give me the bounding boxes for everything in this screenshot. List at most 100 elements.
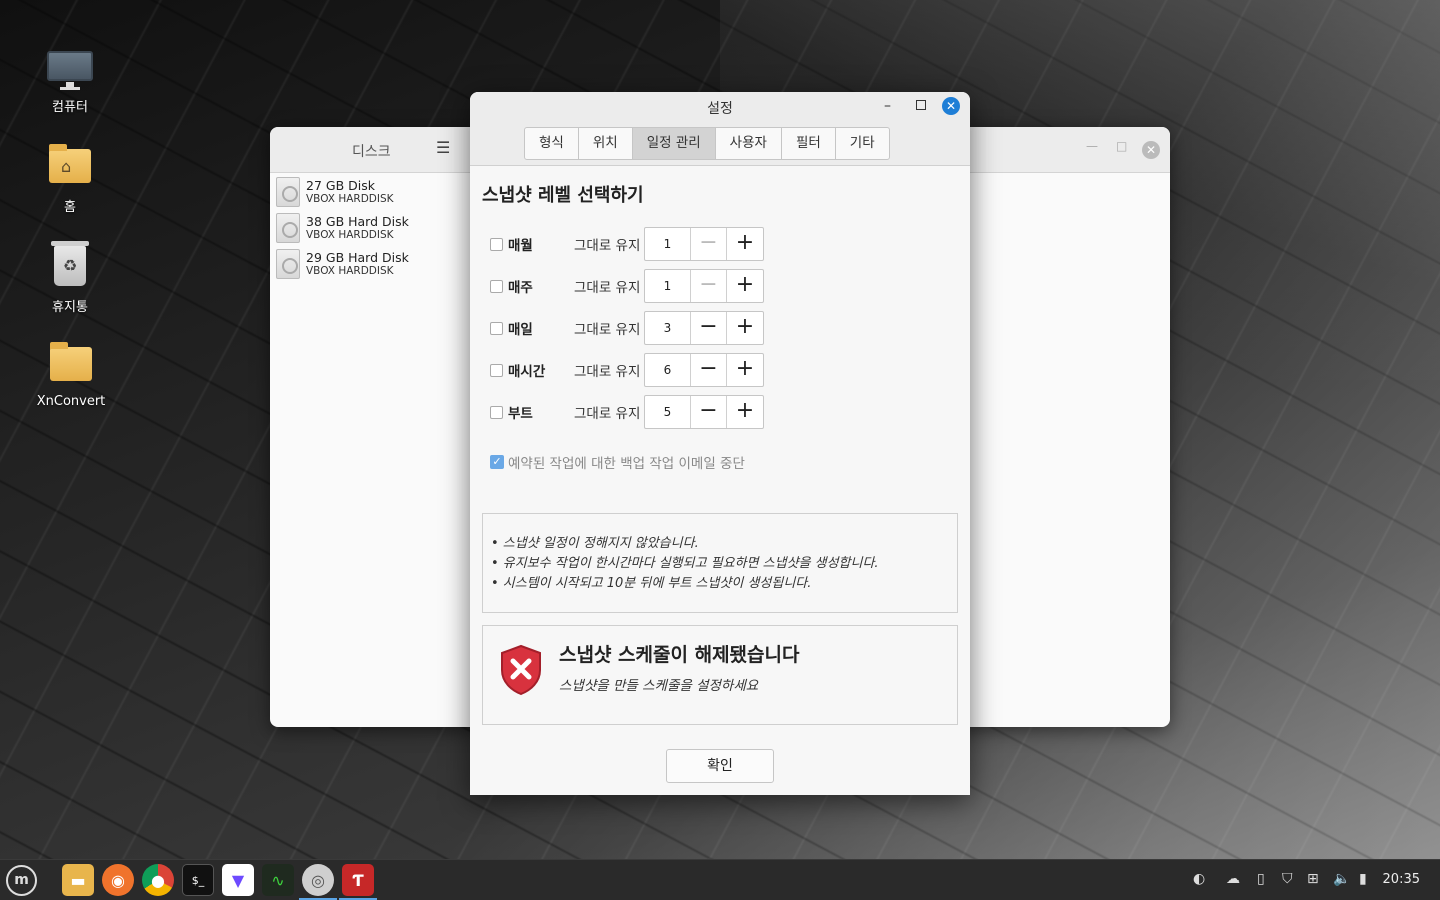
desktop-icon-home[interactable]: ⌂ 홈 [20, 140, 120, 215]
desktop-icon-xnconvert[interactable]: XnConvert [21, 338, 121, 409]
minimize-icon[interactable]: – [884, 98, 891, 114]
hourly-count-stepper: 6 − + [644, 353, 764, 387]
disk-model: VBOX HARDDISK [306, 192, 394, 205]
disks-sidebar-title: 디스크 [352, 144, 391, 160]
plus-icon[interactable]: + [727, 270, 763, 302]
color-picker-tray-icon[interactable]: ◐ [1193, 871, 1205, 887]
keep-label: 그대로 유지 [574, 322, 641, 338]
level-label: 매일 [508, 322, 533, 338]
daily-checkbox[interactable] [490, 321, 503, 335]
weekly-checkbox[interactable] [490, 279, 503, 293]
boot-count-stepper: 5 − + [644, 395, 764, 429]
alert-title: 스냅샷 스케줄이 해제됐습니다 [559, 644, 800, 666]
harddisk-icon [276, 249, 300, 279]
shield-tray-icon[interactable]: ⛉ [1282, 871, 1293, 887]
disks-app-icon[interactable]: ◎ [299, 864, 337, 900]
level-row-weekly: 매주 그대로 유지 1 − + [490, 269, 764, 303]
cloud-tray-icon[interactable]: ☁ [1226, 871, 1240, 887]
minus-icon[interactable]: − [691, 396, 727, 428]
volume-tray-icon[interactable]: 🔈 [1333, 871, 1350, 887]
plus-icon[interactable]: + [727, 396, 763, 428]
email-option: ✓ 예약된 작업에 대한 백업 작업 이메일 중단 [490, 452, 745, 472]
level-row-hourly: 매시간 그대로 유지 6 − + [490, 353, 764, 387]
tab-format[interactable]: 형식 [525, 128, 579, 159]
desktop-icon-label: 컴퓨터 [52, 100, 88, 115]
minus-icon[interactable]: − [691, 354, 727, 386]
tab-misc[interactable]: 기타 [836, 128, 889, 159]
monthly-count-stepper: 1 − + [644, 227, 764, 261]
plus-icon[interactable]: + [727, 228, 763, 260]
tab-users[interactable]: 사용자 [716, 128, 782, 159]
disk-list-item[interactable]: 38 GB Hard Disk VBOX HARDDISK [270, 210, 470, 246]
ok-button[interactable]: 확인 [666, 749, 774, 783]
disk-list-item[interactable]: 27 GB Disk VBOX HARDDISK [270, 174, 470, 210]
chrome-app-icon[interactable]: ● [142, 864, 174, 896]
taskbar: m ▬ ◉ ● $_ ▼ ∿ ◎ Ƭ ◐ ☁ ▯ ⛉ ⊞ 🔈 ▮ 20:35 [0, 859, 1440, 900]
hourly-checkbox[interactable] [490, 363, 503, 377]
level-row-boot: 부트 그대로 유지 5 − + [490, 395, 764, 429]
minus-icon[interactable]: − [691, 228, 727, 260]
dialog-title: 설정 [707, 101, 733, 117]
stepper-value[interactable]: 3 [645, 312, 691, 344]
firefox-app-icon[interactable]: ◉ [102, 864, 134, 896]
stepper-value[interactable]: 1 [645, 228, 691, 260]
schedule-alert: 스냅샷 스케줄이 해제됐습니다 스냅샷을 만들 스케줄을 설정하세요 [482, 625, 958, 725]
close-icon[interactable]: ✕ [1142, 141, 1160, 159]
computer-icon [47, 51, 93, 90]
boot-checkbox[interactable] [490, 405, 503, 419]
stepper-value[interactable]: 5 [645, 396, 691, 428]
minimize-icon[interactable]: — [1086, 139, 1098, 153]
disk-name: 38 GB Hard Disk [306, 213, 409, 229]
section-title: 스냅샷 레벨 선택하기 [482, 185, 644, 206]
battery-tray-icon[interactable]: ▮ [1359, 871, 1367, 887]
stepper-value[interactable]: 6 [645, 354, 691, 386]
settings-tabs: 형식 위치 일정 관리 사용자 필터 기타 [524, 127, 890, 160]
disk-list-item[interactable]: 29 GB Hard Disk VBOX HARDDISK [270, 246, 470, 282]
clock[interactable]: 20:35 [1383, 872, 1420, 887]
terminal-app-icon[interactable]: $_ [182, 864, 214, 896]
keep-label: 그대로 유지 [574, 280, 641, 296]
level-row-monthly: 매월 그대로 유지 1 − + [490, 227, 764, 261]
plus-icon[interactable]: + [727, 354, 763, 386]
dialog-titlebar: 설정 – ✕ 형식 위치 일정 관리 사용자 필터 기타 [470, 92, 970, 166]
weekly-count-stepper: 1 − + [644, 269, 764, 303]
clipboard-tray-icon[interactable]: ▯ [1257, 871, 1265, 887]
disk-name: 29 GB Hard Disk [306, 249, 409, 265]
network-tray-icon[interactable]: ⊞ [1307, 871, 1319, 887]
disk-name: 27 GB Disk [306, 177, 375, 193]
minus-icon[interactable]: − [691, 312, 727, 344]
desktop-icon-computer[interactable]: 컴퓨터 [20, 40, 120, 115]
plus-icon[interactable]: + [727, 312, 763, 344]
tab-location[interactable]: 위치 [579, 128, 633, 159]
note-line: • 유지보수 작업이 한시간마다 실행되고 필요하면 스냅샷을 생성합니다. [491, 556, 879, 571]
level-label: 매시간 [508, 364, 546, 380]
maximize-icon[interactable] [916, 100, 926, 110]
minus-icon[interactable]: − [691, 270, 727, 302]
proton-vpn-app-icon[interactable]: ▼ [222, 864, 254, 896]
trash-icon: ♻ [51, 241, 89, 286]
level-label: 매월 [508, 238, 533, 254]
timeshift-app-icon[interactable]: Ƭ [339, 864, 377, 900]
hamburger-menu-icon[interactable]: ☰ [436, 140, 452, 156]
desktop-icon-label: XnConvert [36, 394, 106, 409]
daily-count-stepper: 3 − + [644, 311, 764, 345]
note-line: • 시스템이 시작되고 10분 뒤에 부트 스냅샷이 생성됩니다. [491, 576, 812, 591]
email-checkbox[interactable]: ✓ [490, 455, 504, 469]
maximize-icon[interactable]: □ [1116, 139, 1127, 153]
home-folder-icon: ⌂ [49, 144, 91, 183]
folder-icon [50, 342, 92, 381]
schedule-notes: • 스냅샷 일정이 정해지지 않았습니다. • 유지보수 작업이 한시간마다 실… [482, 513, 958, 613]
harddisk-icon [276, 213, 300, 243]
level-row-daily: 매일 그대로 유지 3 − + [490, 311, 764, 345]
desktop-icon-label: 홈 [64, 200, 76, 215]
tab-schedule[interactable]: 일정 관리 [632, 128, 716, 159]
mint-menu-icon[interactable]: m [6, 865, 37, 896]
stepper-value[interactable]: 1 [645, 270, 691, 302]
files-app-icon[interactable]: ▬ [62, 864, 94, 896]
level-label: 부트 [508, 406, 533, 422]
system-monitor-app-icon[interactable]: ∿ [262, 864, 294, 896]
close-icon[interactable]: ✕ [942, 97, 960, 115]
monthly-checkbox[interactable] [490, 237, 503, 251]
tab-filters[interactable]: 필터 [782, 128, 836, 159]
desktop-icon-trash[interactable]: ♻ 휴지통 [20, 240, 120, 315]
